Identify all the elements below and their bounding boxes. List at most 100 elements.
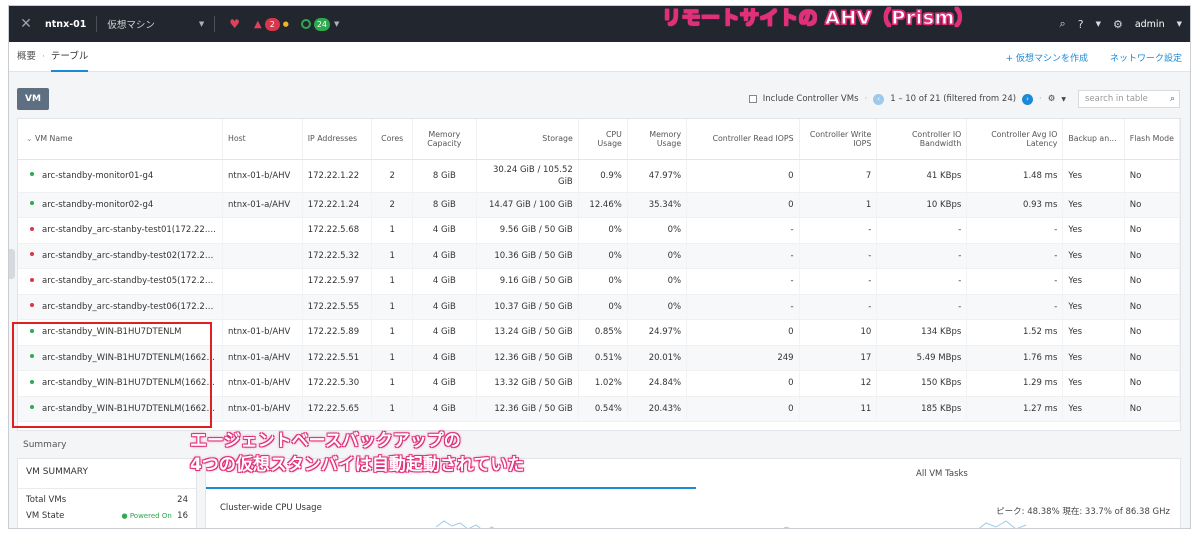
cell-rio: -: [686, 243, 800, 269]
alerts-badge[interactable]: 2: [264, 17, 280, 31]
table-row[interactable]: arc-standby-monitor01-g4 ntnx-01-b/AHV 172…: [18, 159, 1181, 193]
prev-page-icon[interactable]: ‹: [873, 93, 885, 105]
user-menu[interactable]: admin: [1135, 19, 1165, 30]
help-icon[interactable]: ?: [1078, 18, 1084, 31]
main-menu[interactable]: 仮想マシン: [107, 17, 155, 31]
chevron-down-icon[interactable]: ▼: [1177, 20, 1182, 28]
vm-summary-panel: VM SUMMARY Total VMs 24 VM State ● Power…: [17, 458, 197, 528]
cell-bw: 41 KBps: [876, 159, 968, 193]
cell-wio: 7: [799, 159, 878, 193]
top-bar: ✕ ntnx-01 仮想マシン ▼ ♥ ▲ 2 ● 24 ▼ ⌕ ? ▼ ⚙ a…: [9, 6, 1190, 42]
chevron-down-icon[interactable]: ▼: [1061, 96, 1066, 103]
column-header[interactable]: Flash Mode: [1124, 119, 1181, 160]
column-header[interactable]: Backup an...: [1062, 119, 1125, 160]
total-vms-value: 24: [177, 495, 188, 505]
side-panel-handle[interactable]: [9, 249, 15, 279]
cell-cores: 1: [371, 370, 414, 397]
cell-name[interactable]: arc-standby_arc-stanby-test01(172.22.1.1…: [18, 217, 223, 244]
chevron-down-icon[interactable]: ▼: [199, 20, 204, 28]
include-controller-checkbox[interactable]: [748, 95, 757, 103]
column-header[interactable]: Controller Avg IO Latency: [966, 119, 1064, 160]
cell-backup: Yes: [1062, 268, 1125, 295]
vm-view-button[interactable]: VM: [17, 88, 49, 110]
health-heart-icon[interactable]: ♥: [229, 17, 240, 31]
column-header[interactable]: Storage: [476, 119, 579, 160]
cell-name[interactable]: arc-standby_arc-standby-test02(172.22.1.…: [18, 243, 223, 269]
cell-bw: 10 KBps: [876, 192, 968, 218]
column-header[interactable]: CPU Usage: [578, 119, 628, 160]
subnav-actions: + 仮想マシンを作成 ネットワーク設定: [1006, 42, 1182, 72]
column-header[interactable]: Host: [222, 119, 303, 160]
tasks-ring-icon[interactable]: [300, 19, 311, 29]
column-header[interactable]: Controller IO Bandwidth: [876, 119, 968, 160]
cell-memu: 0%: [627, 268, 688, 295]
cell-backup: Yes: [1062, 345, 1125, 371]
cell-cores: 1: [371, 268, 414, 295]
cell-memu: 0%: [627, 294, 688, 320]
column-header[interactable]: IP Addresses: [302, 119, 373, 160]
search-icon[interactable]: ⌕: [1170, 91, 1175, 107]
next-page-icon[interactable]: ›: [1022, 93, 1034, 105]
column-header[interactable]: Memory Usage: [627, 119, 688, 160]
total-vms-label: Total VMs: [26, 495, 67, 505]
column-header[interactable]: ⌄ VM Name: [18, 119, 223, 160]
sort-caret-icon[interactable]: ⌄: [26, 134, 35, 143]
cell-name[interactable]: arc-standby-monitor01-g4: [18, 159, 223, 193]
cell-host: [222, 243, 303, 269]
cell-wio: 11: [799, 396, 878, 422]
nutanix-logo-icon[interactable]: ✕: [9, 16, 43, 32]
tab-table[interactable]: テーブル: [50, 42, 89, 72]
cell-flash: No: [1124, 294, 1181, 320]
search-icon[interactable]: ⌕: [1060, 17, 1066, 31]
banner-annotation: リモートサイトの AHV（Prism）: [661, 7, 975, 30]
cpu-usage-stats: ピーク: 48.38% 現在: 33.7% of 86.38 GHz: [996, 507, 1170, 517]
search-input[interactable]: search in table ⌕: [1078, 90, 1180, 108]
vm-name[interactable]: arc-standby_arc-stanby-test01(172.22.1.1…: [42, 225, 221, 235]
cell-name[interactable]: arc-standby-monitor02-g4: [18, 192, 223, 218]
cell-ip: 172.22.5.32: [302, 243, 373, 269]
tab-overview[interactable]: 概要: [9, 42, 36, 72]
cell-mem: 4 GiB: [412, 243, 477, 269]
table-row[interactable]: arc-standby_arc-stanby-test01(172.22.1.1…: [18, 217, 1181, 244]
cell-flash: No: [1124, 268, 1181, 295]
column-header[interactable]: Cores: [371, 119, 414, 160]
cell-flash: No: [1124, 192, 1181, 218]
column-header[interactable]: Controller Write IOPS: [799, 119, 878, 160]
column-header[interactable]: Controller Read IOPS: [686, 119, 800, 160]
vm-name[interactable]: arc-standby-monitor01-g4: [42, 171, 153, 181]
gear-icon[interactable]: ⚙: [1113, 18, 1123, 31]
table-row[interactable]: arc-standby_arc-standby-test06(172.22.1.…: [18, 294, 1181, 320]
settings-gear-icon[interactable]: ⚙: [1048, 94, 1056, 104]
table-row[interactable]: arc-standby_arc-standby-test02(172.22.1.…: [18, 243, 1181, 269]
cell-bw: 134 KBps: [876, 319, 968, 346]
cell-backup: Yes: [1062, 192, 1125, 218]
vm-name[interactable]: arc-standby_arc-standby-test02(172.22.1.…: [42, 251, 221, 261]
vm-name[interactable]: arc-standby_arc-standby-test06(172.22.1.…: [42, 302, 221, 312]
tab-all-vm-tasks[interactable]: All VM Tasks: [916, 469, 968, 479]
tasks-badge[interactable]: 24: [313, 17, 331, 31]
cell-mem: 4 GiB: [412, 268, 477, 295]
create-vm-link[interactable]: + 仮想マシンを作成: [1006, 51, 1088, 64]
chevron-down-icon[interactable]: ▼: [1096, 20, 1101, 28]
table-toolbar: VM Include Controller VMs · ‹ 1 – 10 of …: [9, 72, 1190, 118]
top-bar-right: ⌕ ? ▼ ⚙ admin ▼: [1060, 6, 1182, 42]
cell-name[interactable]: arc-standby_arc-standby-test05(172.22.1.…: [18, 268, 223, 295]
alert-bell-icon[interactable]: ▲: [254, 19, 262, 30]
powered-on-value: 16: [177, 511, 188, 521]
table-row[interactable]: arc-standby-monitor02-g4 ntnx-01-a/AHV 172…: [18, 192, 1181, 218]
cell-flash: No: [1124, 243, 1181, 269]
cell-name[interactable]: arc-standby_arc-standby-test06(172.22.1.…: [18, 294, 223, 320]
table-row[interactable]: arc-standby_arc-standby-test05(172.22.1.…: [18, 268, 1181, 295]
cell-mem: 4 GiB: [412, 294, 477, 320]
cluster-name[interactable]: ntnx-01: [45, 19, 86, 30]
cell-backup: Yes: [1062, 396, 1125, 422]
network-config-link[interactable]: ネットワーク設定: [1110, 51, 1182, 64]
cell-ip: 172.22.5.55: [302, 294, 373, 320]
powered-on-text: Powered On: [129, 512, 172, 520]
cell-ip: 172.22.5.97: [302, 268, 373, 295]
column-header[interactable]: Memory Capacity: [412, 119, 477, 160]
chevron-down-icon[interactable]: ▼: [334, 20, 339, 28]
vm-name[interactable]: arc-standby_arc-standby-test05(172.22.1.…: [42, 276, 221, 286]
cell-memu: 20.43%: [627, 396, 688, 422]
vm-name[interactable]: arc-standby-monitor02-g4: [42, 200, 153, 210]
